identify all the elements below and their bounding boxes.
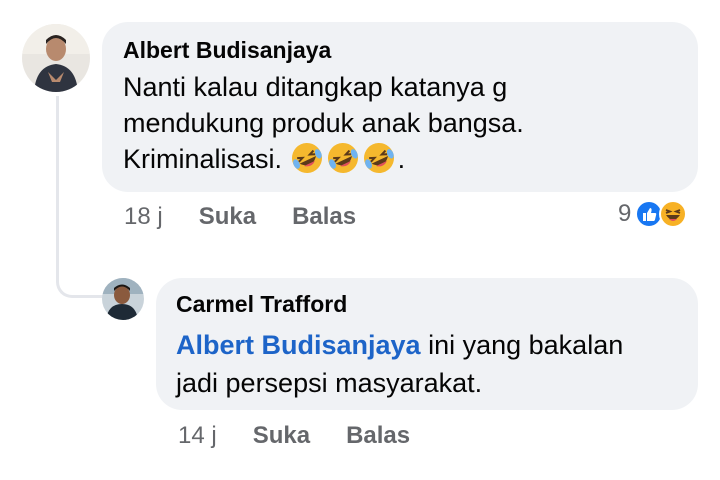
comment-actions: 18 j Suka Balas: [124, 203, 356, 231]
rolling-laughing-emoji: [290, 141, 324, 175]
comment-text-line: Nanti kalau ditangkap katanya g: [123, 72, 508, 102]
comment-author[interactable]: Albert Budisanjaya: [123, 36, 676, 64]
comment-text-segment: ini yang bakalan: [420, 330, 624, 360]
mention-link[interactable]: Albert Budisanjaya: [176, 330, 421, 360]
comment-bubble: Albert Budisanjaya Nanti kalau ditangkap…: [102, 22, 698, 192]
comment-timestamp[interactable]: 14 j: [178, 422, 217, 450]
avatar[interactable]: [102, 278, 144, 320]
comment-text: Nanti kalau ditangkap katanya g mendukun…: [123, 69, 676, 177]
reply-button[interactable]: Balas: [292, 203, 356, 231]
comment-text-segment: .: [397, 144, 406, 174]
reaction-summary[interactable]: 9: [618, 200, 688, 228]
comment-bubble: Carmel Trafford Albert Budisanjaya ini y…: [156, 278, 698, 410]
haha-reaction-icon: [659, 200, 688, 228]
comment-text-segment: Kriminalisasi.: [123, 144, 283, 174]
avatar[interactable]: [22, 24, 90, 92]
comment-actions: 14 j Suka Balas: [178, 422, 410, 450]
comment-text-line: mendukung produk anak bangsa.: [123, 108, 524, 138]
comment-text: Albert Budisanjaya ini yang bakalan jadi…: [176, 326, 678, 402]
comment-text-line: jadi persepsi masyarakat.: [176, 368, 483, 398]
reaction-count: 9: [618, 200, 632, 227]
comment-timestamp[interactable]: 18 j: [124, 203, 163, 231]
like-button[interactable]: Suka: [199, 203, 256, 231]
reply-button[interactable]: Balas: [346, 422, 410, 450]
comment-text-line: Kriminalisasi. .: [123, 141, 676, 177]
comment-text-line: Albert Budisanjaya ini yang bakalan: [176, 326, 678, 364]
rolling-laughing-emoji: [326, 141, 360, 175]
comment-author[interactable]: Carmel Trafford: [176, 290, 678, 318]
reply-thread-connector: [56, 96, 106, 298]
rolling-laughing-emoji: [362, 141, 396, 175]
like-button[interactable]: Suka: [253, 422, 310, 450]
